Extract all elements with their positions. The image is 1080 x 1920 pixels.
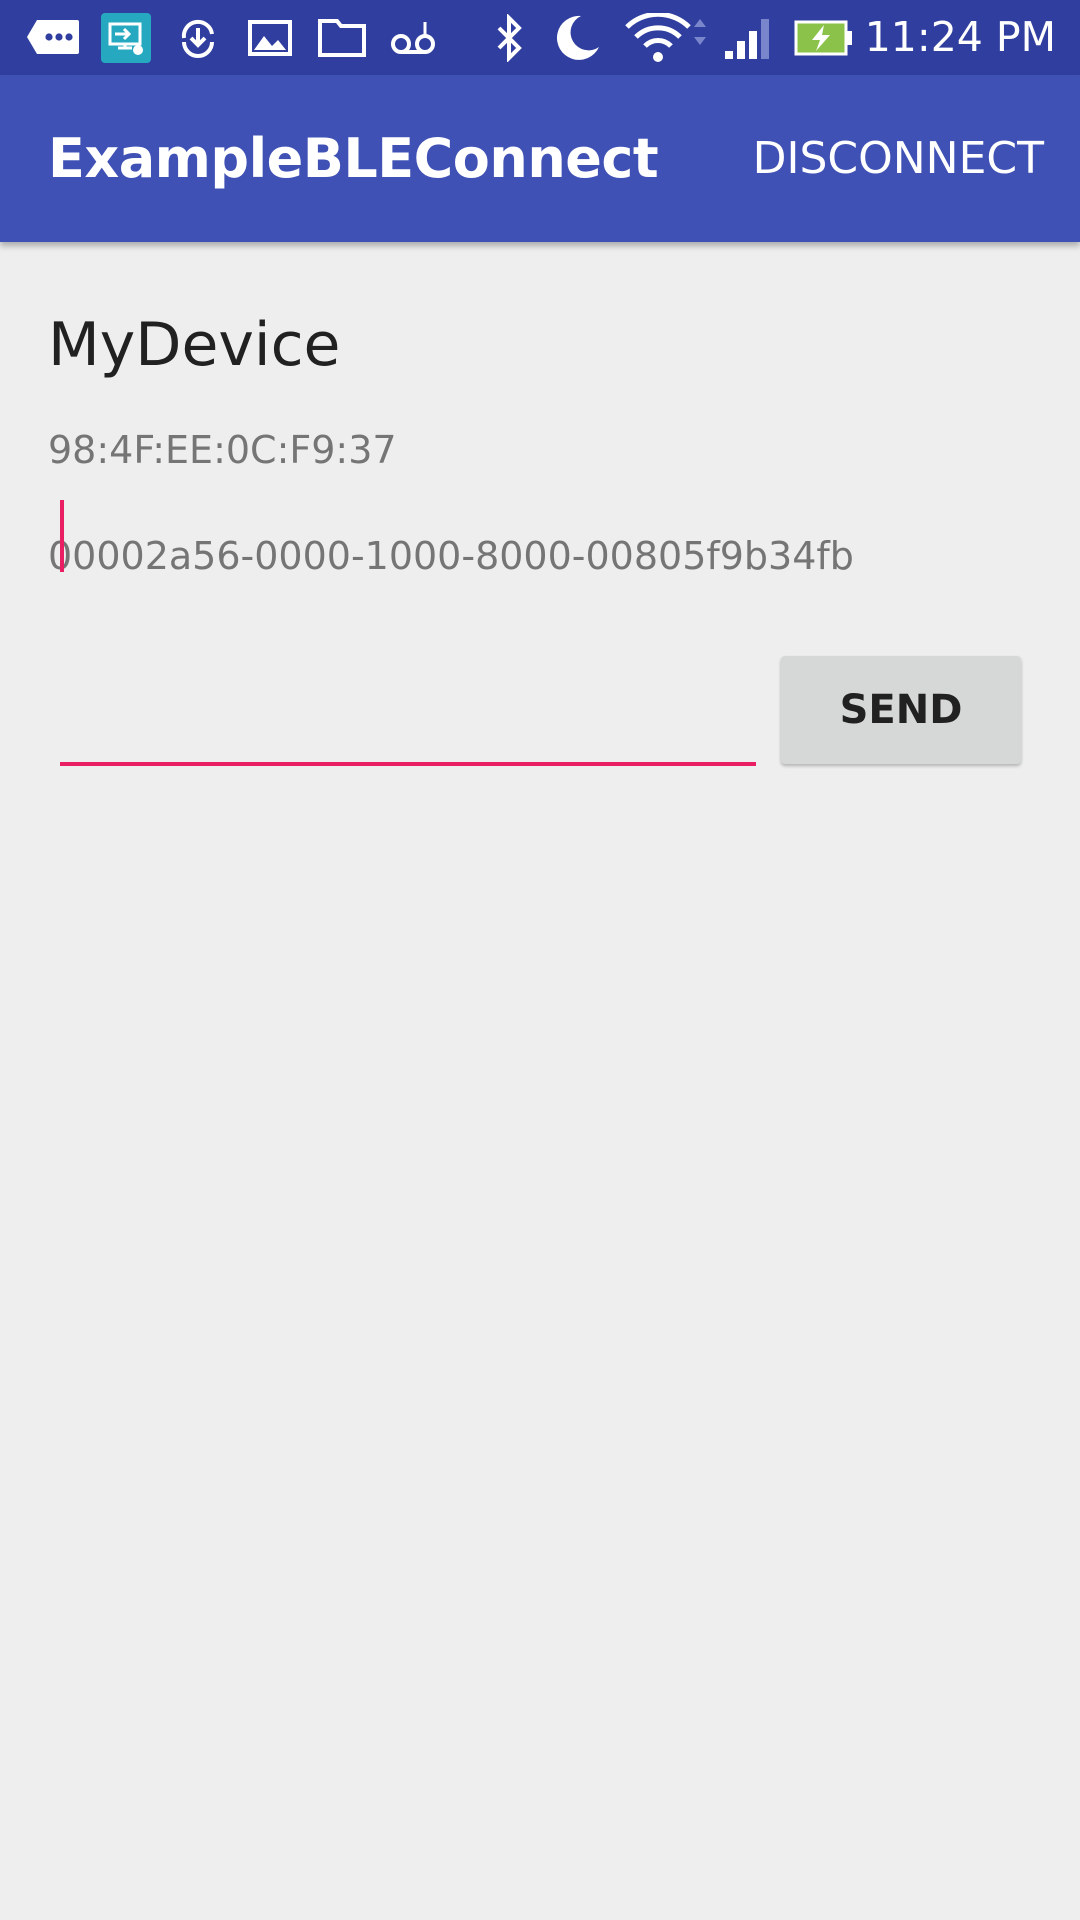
message-input-field[interactable] [60, 650, 756, 766]
app-bar: ExampleBLEConnect DISCONNECT [0, 75, 1080, 242]
bluetooth-icon [488, 0, 532, 75]
text-cursor [60, 500, 64, 572]
status-time: 11:24 PM [864, 13, 1056, 61]
sync-download-icon [174, 0, 222, 75]
characteristic-uuid: 00002a56-0000-1000-8000-00805f9b34fb [48, 534, 854, 578]
wifi-icon [624, 0, 708, 75]
status-bar: 11:24 PM [0, 0, 1080, 75]
voicemail-icon [388, 0, 440, 75]
chat-icon [26, 0, 82, 75]
screen-mirror-icon [100, 0, 152, 75]
folder-icon [316, 0, 368, 75]
device-address: 98:4F:EE:0C:F9:37 [48, 428, 397, 472]
message-input[interactable] [60, 650, 756, 762]
image-icon [246, 0, 294, 75]
app-title: ExampleBLEConnect [48, 127, 659, 190]
send-button[interactable]: SEND [781, 656, 1021, 764]
device-panel: MyDevice 98:4F:EE:0C:F9:37 00002a56-0000… [0, 242, 1080, 1920]
device-name: MyDevice [48, 310, 341, 380]
battery-charging-icon [792, 0, 856, 75]
do-not-disturb-moon-icon [550, 0, 602, 75]
cell-signal-icon [722, 0, 776, 75]
disconnect-button[interactable]: DISCONNECT [753, 75, 1044, 242]
